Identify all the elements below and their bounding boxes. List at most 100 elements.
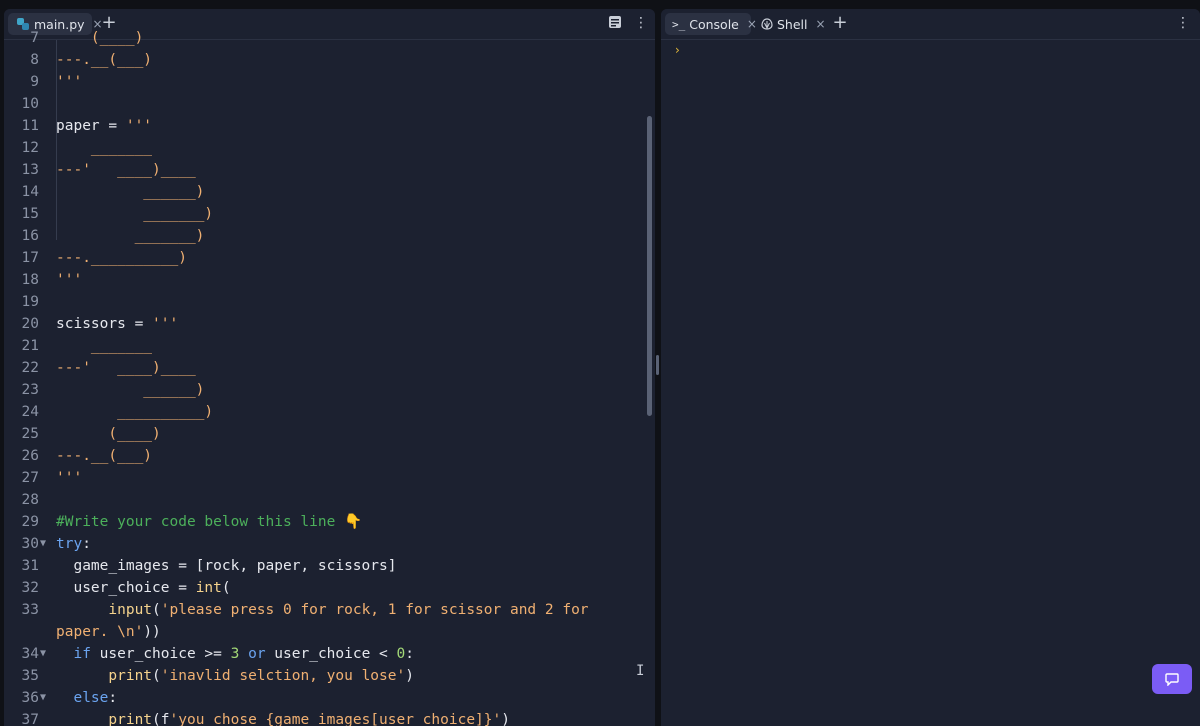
code-line[interactable]: 31 game_images = [rock, paper, scissors]: [4, 555, 655, 577]
code-line[interactable]: 23 ______): [4, 379, 655, 401]
code-text: __________): [56, 401, 213, 423]
code-text: else:: [56, 687, 117, 709]
code-token: #Write your code below this line 👇: [56, 514, 363, 530]
editor-pane: main.py × + ⋮ 7 (____) 8 ---.__(___) 9 ''' 10…: [4, 9, 655, 726]
code-line[interactable]: 14 ______): [4, 181, 655, 203]
line-number: 11: [21, 118, 39, 134]
code-text: try:: [56, 533, 91, 555]
console-tabbar: >_ Console × Shell × + ⋮: [661, 9, 1200, 40]
code-text: ---.__(___): [56, 49, 152, 71]
code-line[interactable]: 36 ▼ else:: [4, 687, 655, 709]
code-line[interactable]: 33 input('please press 0 for rock, 1 for…: [4, 599, 655, 621]
tab-label: Shell: [777, 16, 808, 32]
tab-console[interactable]: >_ Console ×: [665, 13, 757, 35]
code-line[interactable]: 28: [4, 489, 655, 511]
code-token: scissors =: [56, 316, 153, 332]
code-token: (: [221, 580, 231, 596]
code-token: else: [73, 690, 109, 706]
code-line[interactable]: 13 ---' ____)____: [4, 159, 655, 181]
line-number: 37: [21, 712, 39, 726]
code-line[interactable]: 12 _______: [4, 137, 655, 159]
line-number: 19: [21, 294, 39, 310]
code-editor[interactable]: 7 (____) 8 ---.__(___) 9 ''' 10 11 paper = ''' 1…: [4, 30, 655, 726]
code-line[interactable]: 17 ---.__________): [4, 247, 655, 269]
line-number: 17: [21, 250, 39, 266]
code-line[interactable]: 10: [4, 93, 655, 115]
code-token: (f: [152, 712, 170, 726]
terminal-icon: >_: [672, 17, 686, 31]
code-token: ---.__(___): [56, 448, 153, 464]
close-icon[interactable]: ×: [816, 17, 826, 31]
editor-scrollbar[interactable]: [647, 116, 652, 416]
code-line[interactable]: 37 print(f'you chose {game_images[user_c…: [4, 709, 655, 726]
fold-toggle-icon[interactable]: ▼: [40, 687, 46, 709]
chat-icon: [1165, 672, 1179, 686]
code-token: ''': [56, 272, 83, 288]
code-token: ): [501, 712, 510, 726]
window-top-strip: [0, 0, 1200, 8]
chat-button[interactable]: [1152, 664, 1192, 694]
line-number: 27: [21, 470, 39, 486]
line-number: 15: [21, 206, 39, 222]
code-token: user_choice <: [265, 646, 397, 662]
code-line[interactable]: 18 ''': [4, 269, 655, 291]
pane-resize-handle[interactable]: [656, 355, 659, 375]
code-line[interactable]: 29 #Write your code below this line 👇: [4, 511, 655, 533]
line-number: 23: [21, 382, 39, 398]
code-line[interactable]: paper. \n')): [4, 621, 655, 643]
shell-icon: [761, 18, 773, 30]
code-token: ---.__(___): [56, 52, 153, 68]
code-line[interactable]: 15 _______): [4, 203, 655, 225]
code-line[interactable]: 7 (____): [4, 27, 655, 49]
code-line[interactable]: 16 _______): [4, 225, 655, 247]
code-token: 'you chose {game_images[user_choice]}': [169, 712, 502, 726]
code-line[interactable]: 34 ▼ if user_choice >= 3 or user_choice <…: [4, 643, 655, 665]
add-tab-button[interactable]: +: [831, 12, 849, 33]
code-token: :: [82, 536, 91, 552]
code-text: print(f'you chose {game_images[user_choi…: [56, 709, 510, 726]
code-line[interactable]: 35 print('inavlid selction, you lose'): [4, 665, 655, 687]
code-line[interactable]: 25 (____): [4, 423, 655, 445]
code-text: input('please press 0 for rock, 1 for sc…: [56, 599, 588, 621]
code-line[interactable]: 20 scissors = ''': [4, 313, 655, 335]
code-token: paper. \n': [56, 624, 144, 640]
line-number: 29: [21, 514, 39, 530]
code-token: ______): [56, 184, 205, 200]
code-line[interactable]: 8 ---.__(___): [4, 49, 655, 71]
code-line[interactable]: 27 ''': [4, 467, 655, 489]
code-line[interactable]: 22 ---' ____)____: [4, 357, 655, 379]
code-line[interactable]: 21 _______: [4, 335, 655, 357]
close-icon[interactable]: ×: [747, 17, 757, 31]
code-token: input: [108, 602, 153, 618]
code-line[interactable]: 24 __________): [4, 401, 655, 423]
more-options-icon[interactable]: ⋮: [1176, 15, 1190, 31]
fold-toggle-icon[interactable]: ▼: [40, 533, 46, 555]
code-line[interactable]: 19: [4, 291, 655, 313]
code-text: ''': [56, 467, 82, 489]
code-token: __________): [56, 404, 214, 420]
code-text: ---.__________): [56, 247, 187, 269]
code-line[interactable]: 11 paper = ''': [4, 115, 655, 137]
code-line[interactable]: 32 user_choice = int(: [4, 577, 655, 599]
code-text: paper. \n')): [56, 621, 161, 643]
line-number: 33: [21, 602, 39, 618]
code-token: ): [405, 668, 414, 684]
line-number: 21: [21, 338, 39, 354]
code-token: ''': [152, 316, 179, 332]
tab-shell[interactable]: Shell ×: [759, 13, 827, 35]
code-token: int: [195, 580, 222, 596]
code-text: scissors = ''': [56, 313, 178, 335]
code-line[interactable]: 26 ---.__(___): [4, 445, 655, 467]
line-number: 10: [21, 96, 39, 112]
line-number: 26: [21, 448, 39, 464]
code-text: _______: [56, 137, 152, 159]
code-token: :: [405, 646, 414, 662]
line-number: 32: [21, 580, 39, 596]
line-number: 14: [21, 184, 39, 200]
fold-toggle-icon[interactable]: ▼: [40, 643, 46, 665]
code-line[interactable]: 9 ''': [4, 71, 655, 93]
code-line[interactable]: 30 ▼ try:: [4, 533, 655, 555]
